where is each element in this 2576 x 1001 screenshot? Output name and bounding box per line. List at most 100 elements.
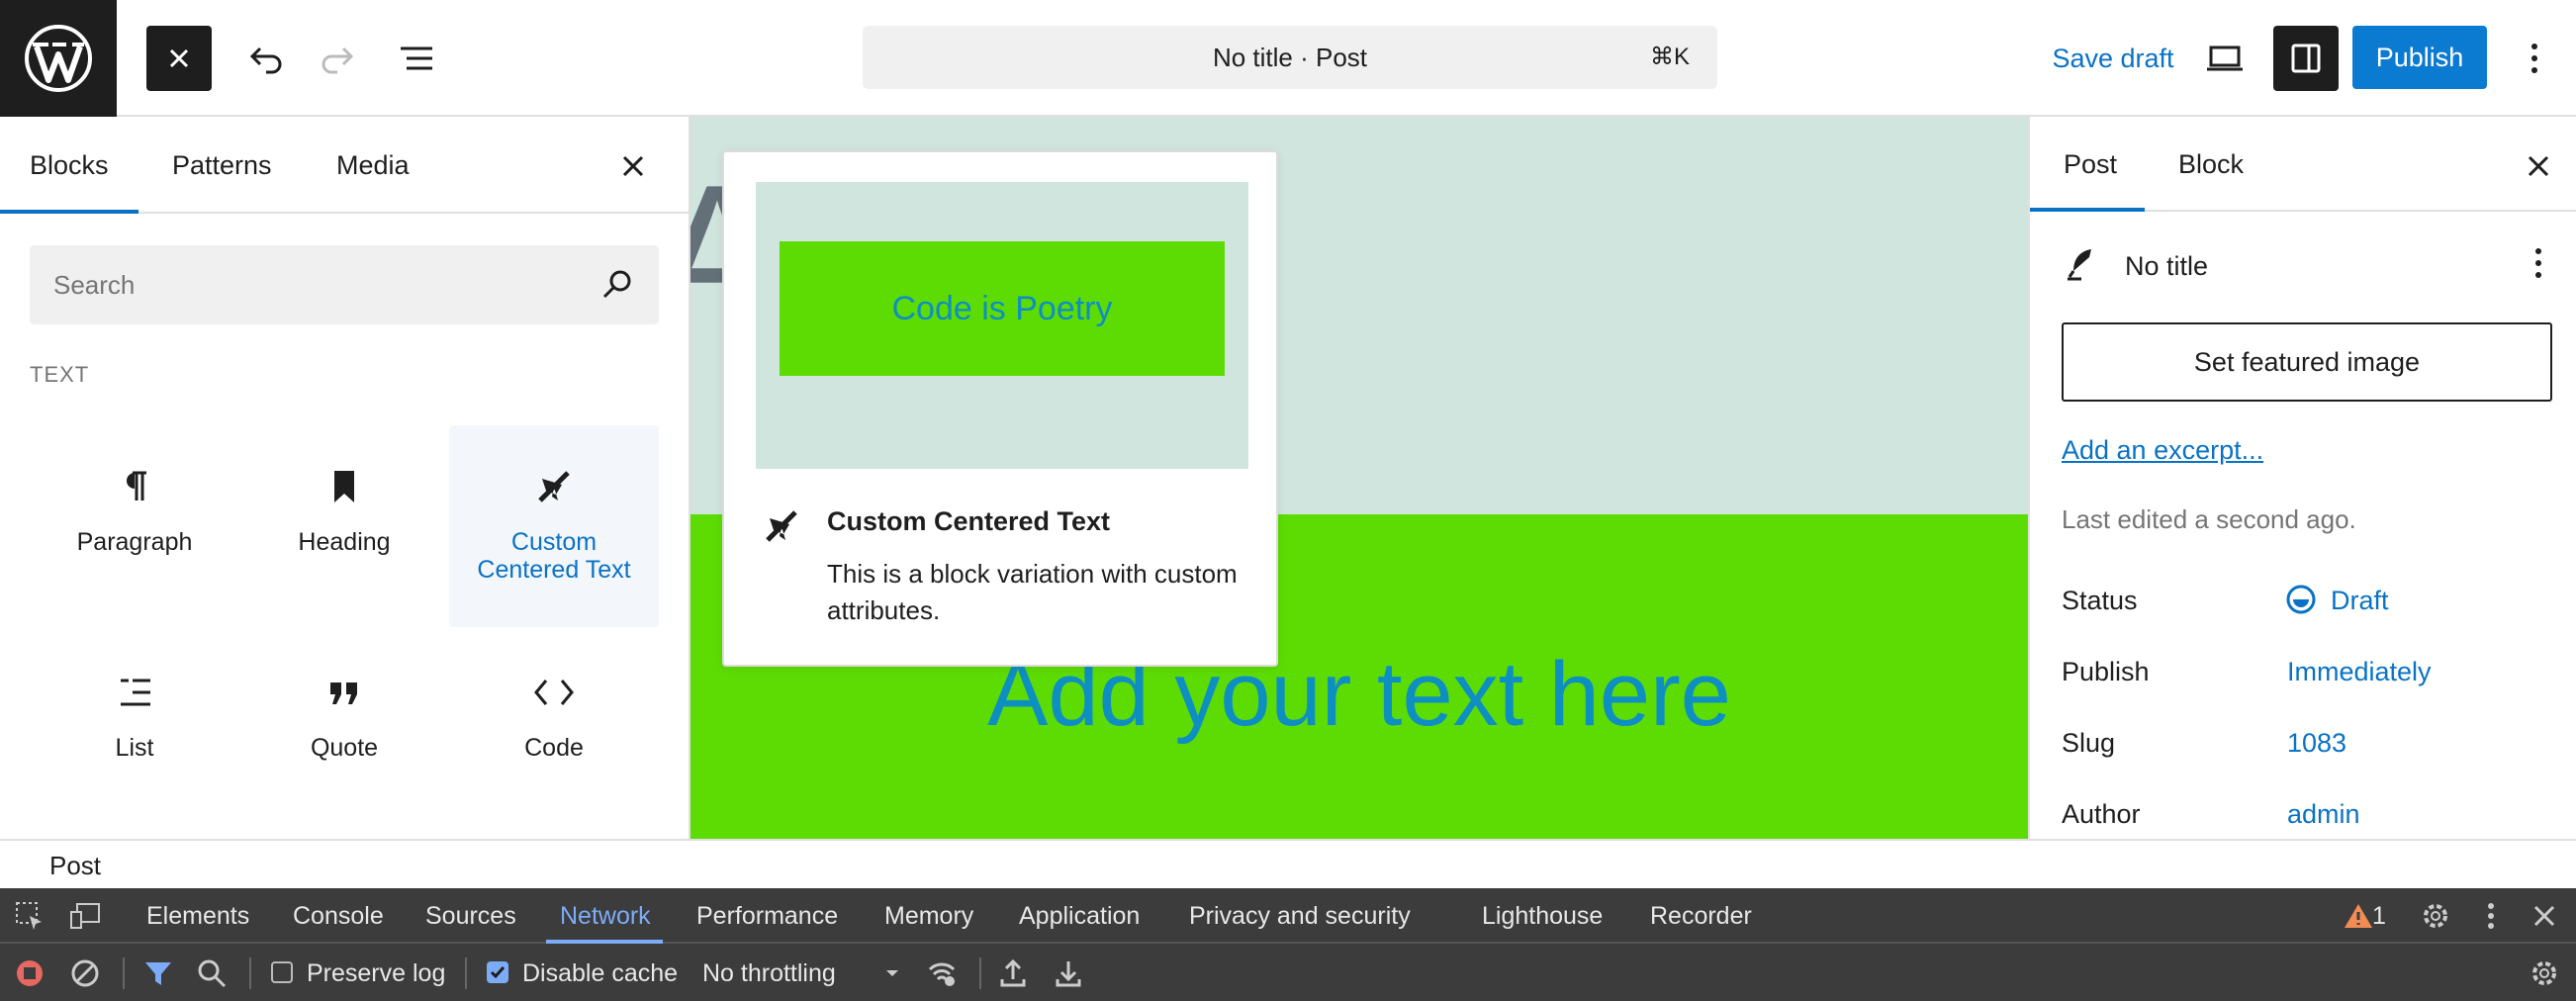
preview-button[interactable] bbox=[2192, 26, 2257, 91]
block-search-input[interactable]: Search bbox=[30, 245, 659, 324]
document-overview-button[interactable] bbox=[384, 26, 449, 91]
status-value-button[interactable]: Draft bbox=[2331, 586, 2389, 616]
breadcrumb-post[interactable]: Post bbox=[49, 841, 101, 890]
desktop-icon bbox=[2207, 46, 2243, 71]
record-stop-icon[interactable] bbox=[12, 956, 47, 991]
block-label: List bbox=[115, 734, 154, 762]
block-preview-popover: Code is Poetry Custom Centered Text This… bbox=[722, 150, 1278, 667]
feather-icon bbox=[2062, 243, 2101, 283]
command-palette-bar[interactable]: No title · Post ⌘K bbox=[863, 26, 1717, 89]
add-excerpt-link[interactable]: Add an excerpt... bbox=[2062, 435, 2263, 466]
publish-date-button[interactable]: Immediately bbox=[2287, 657, 2432, 687]
throttling-select[interactable]: No throttling bbox=[702, 946, 836, 1001]
download-icon[interactable] bbox=[1051, 956, 1086, 991]
author-label: Author bbox=[2062, 799, 2141, 829]
list-view-icon bbox=[401, 46, 432, 70]
preview-block: Code is Poetry bbox=[780, 241, 1225, 376]
block-item-custom-centered-text[interactable]: Custom Centered Text bbox=[449, 425, 659, 627]
wordpress-logo-icon[interactable] bbox=[0, 0, 117, 117]
settings-sidebar-button[interactable] bbox=[2273, 26, 2339, 91]
devtools-tab-application[interactable]: Application bbox=[1019, 888, 1140, 944]
settings-sidebar: Post Block No title Set featured image A… bbox=[2028, 117, 2576, 839]
chevron-down-icon[interactable] bbox=[874, 956, 910, 991]
checkmark-icon bbox=[490, 966, 506, 979]
quote-icon bbox=[321, 669, 368, 716]
block-label: Custom Centered Text bbox=[477, 528, 631, 584]
post-actions-button[interactable] bbox=[2519, 243, 2558, 283]
disable-cache-checkbox[interactable] bbox=[487, 961, 508, 983]
disable-cache-label[interactable]: Disable cache bbox=[522, 946, 678, 1001]
block-item-quote[interactable]: Quote bbox=[239, 631, 449, 833]
warnings-count[interactable]: 1 bbox=[2372, 888, 2386, 944]
preview-title: Custom Centered Text bbox=[827, 506, 1111, 536]
tab-blocks[interactable]: Blocks bbox=[30, 117, 109, 214]
upload-icon[interactable] bbox=[995, 956, 1031, 991]
clear-icon[interactable] bbox=[67, 956, 103, 991]
network-settings-gear-icon[interactable] bbox=[2527, 956, 2562, 991]
tab-media[interactable]: Media bbox=[336, 117, 410, 214]
toolbar-separator bbox=[123, 957, 125, 989]
draft-status-icon bbox=[2285, 584, 2317, 615]
toolbar-separator bbox=[979, 957, 981, 989]
post-title-label: No title bbox=[2125, 251, 2209, 281]
search-icon[interactable] bbox=[194, 956, 230, 991]
redo-button[interactable] bbox=[305, 26, 370, 91]
undo-button[interactable] bbox=[233, 26, 299, 91]
block-item-paragraph[interactable]: Paragraph bbox=[30, 425, 239, 627]
slug-value-button[interactable]: 1083 bbox=[2287, 728, 2346, 759]
inspect-element-icon[interactable] bbox=[12, 898, 47, 934]
undo-icon bbox=[249, 46, 282, 74]
preserve-log-checkbox[interactable] bbox=[271, 961, 293, 983]
author-value-button[interactable]: admin bbox=[2287, 799, 2360, 830]
set-featured-image-button[interactable]: Set featured image bbox=[2062, 322, 2552, 402]
toolbar-separator bbox=[249, 957, 251, 989]
devtools-tab-sources[interactable]: Sources bbox=[425, 888, 516, 944]
filter-icon[interactable] bbox=[140, 956, 176, 991]
devtools-tab-elements[interactable]: Elements bbox=[146, 888, 249, 944]
close-inserter-panel-button[interactable] bbox=[613, 146, 653, 186]
close-sidebar-button[interactable] bbox=[2519, 146, 2558, 186]
block-item-code[interactable]: Code bbox=[449, 631, 659, 833]
active-tab-indicator bbox=[0, 210, 138, 214]
network-conditions-icon[interactable] bbox=[924, 956, 960, 991]
airplane-icon bbox=[530, 463, 578, 510]
more-vertical-icon bbox=[2535, 248, 2541, 278]
block-item-heading[interactable]: Heading bbox=[239, 425, 449, 627]
devtools-tab-lighthouse[interactable]: Lighthouse bbox=[1482, 888, 1603, 944]
settings-gear-icon[interactable] bbox=[2418, 898, 2453, 934]
editor-header: No title · Post ⌘K Save draft Publish bbox=[0, 0, 2576, 117]
warning-icon[interactable] bbox=[2341, 898, 2376, 934]
publish-button[interactable]: Publish bbox=[2352, 26, 2487, 89]
preserve-log-label[interactable]: Preserve log bbox=[307, 946, 445, 1001]
close-inserter-button[interactable] bbox=[146, 26, 212, 91]
tab-post[interactable]: Post bbox=[2064, 117, 2117, 212]
shortcut-hint: ⌘K bbox=[1649, 44, 1690, 70]
options-button[interactable] bbox=[2507, 26, 2562, 91]
device-toolbar-icon[interactable] bbox=[67, 898, 103, 934]
publish-label: Publish bbox=[2062, 657, 2150, 686]
block-label: Heading bbox=[298, 528, 391, 556]
devtools-tab-privacy-security[interactable]: Privacy and security bbox=[1189, 888, 1411, 944]
devtools-tab-performance[interactable]: Performance bbox=[696, 888, 838, 944]
document-title: No title · Post bbox=[1212, 43, 1368, 72]
more-vertical-icon[interactable] bbox=[2473, 898, 2509, 934]
close-devtools-icon[interactable] bbox=[2527, 898, 2562, 934]
status-label: Status bbox=[2062, 586, 2138, 615]
save-draft-button[interactable]: Save draft bbox=[2018, 26, 2208, 91]
list-icon bbox=[111, 669, 158, 716]
tab-patterns[interactable]: Patterns bbox=[172, 117, 272, 214]
toolbar-separator bbox=[465, 957, 467, 989]
paragraph-icon bbox=[111, 463, 158, 510]
slug-label: Slug bbox=[2062, 728, 2116, 758]
devtools-tab-recorder[interactable]: Recorder bbox=[1650, 888, 1752, 944]
devtools-tab-network[interactable]: Network bbox=[560, 888, 651, 944]
block-breadcrumb-bar: Post bbox=[0, 839, 2576, 888]
devtools-tab-console[interactable]: Console bbox=[293, 888, 384, 944]
devtools-tab-memory[interactable]: Memory bbox=[884, 888, 973, 944]
network-toolbar: Preserve log Disable cache No throttling bbox=[0, 946, 2576, 1001]
active-tab-indicator bbox=[546, 940, 663, 944]
tab-block[interactable]: Block bbox=[2178, 117, 2244, 212]
active-tab-indicator bbox=[2030, 208, 2145, 212]
devtools-panel: Elements Console Sources Network Perform… bbox=[0, 888, 2576, 1001]
block-item-list[interactable]: List bbox=[30, 631, 239, 833]
